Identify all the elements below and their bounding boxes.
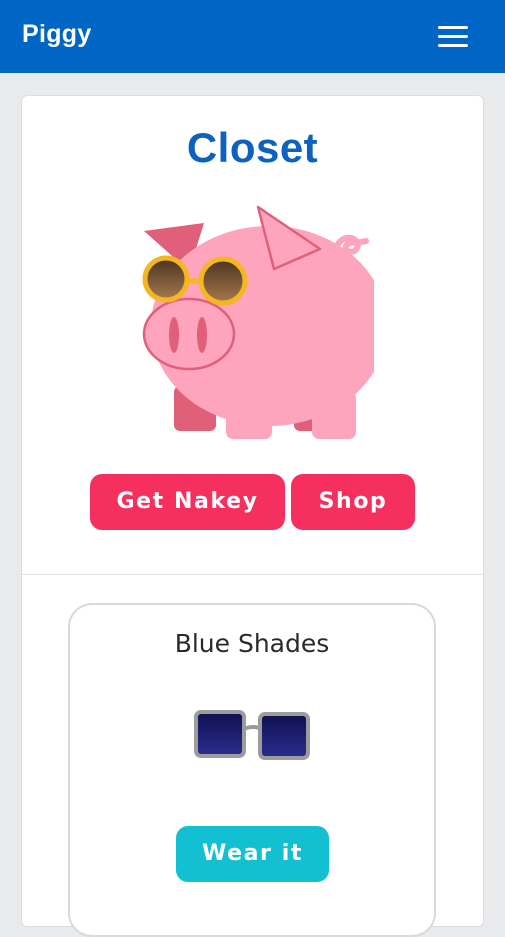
pig-nostril (169, 317, 179, 353)
shades-lens-right (258, 712, 310, 760)
pig-avatar-image (142, 205, 374, 439)
brand-logo[interactable]: Piggy (22, 20, 92, 49)
item-name: Blue Shades (174, 629, 330, 658)
menu-bar-line (438, 26, 468, 29)
menu-bar-line (438, 35, 468, 38)
sunglasses-lens-left (142, 255, 190, 303)
pig-snout (142, 297, 236, 371)
menu-bar-line (438, 44, 468, 47)
closet-item-card: Blue Shades Wear it (68, 603, 436, 937)
pig-front-leg (226, 391, 272, 439)
section-divider (22, 574, 483, 575)
wear-it-button[interactable]: Wear it (176, 826, 329, 882)
top-navbar: Piggy (0, 0, 505, 73)
sunglasses-lens-right (198, 256, 248, 306)
blue-square-sunglasses-icon (194, 710, 310, 760)
pig-nostril (197, 317, 207, 353)
page-title: Closet (186, 124, 319, 171)
get-nakey-button[interactable]: Get Nakey (90, 474, 285, 530)
hamburger-menu-icon[interactable] (430, 18, 476, 54)
shop-button[interactable]: Shop (291, 474, 415, 530)
shades-lens-left (194, 710, 246, 758)
pig-front-leg (312, 391, 356, 439)
closet-card: Closet Get Nakey Shop Blue Shades Wear i… (21, 95, 484, 937)
